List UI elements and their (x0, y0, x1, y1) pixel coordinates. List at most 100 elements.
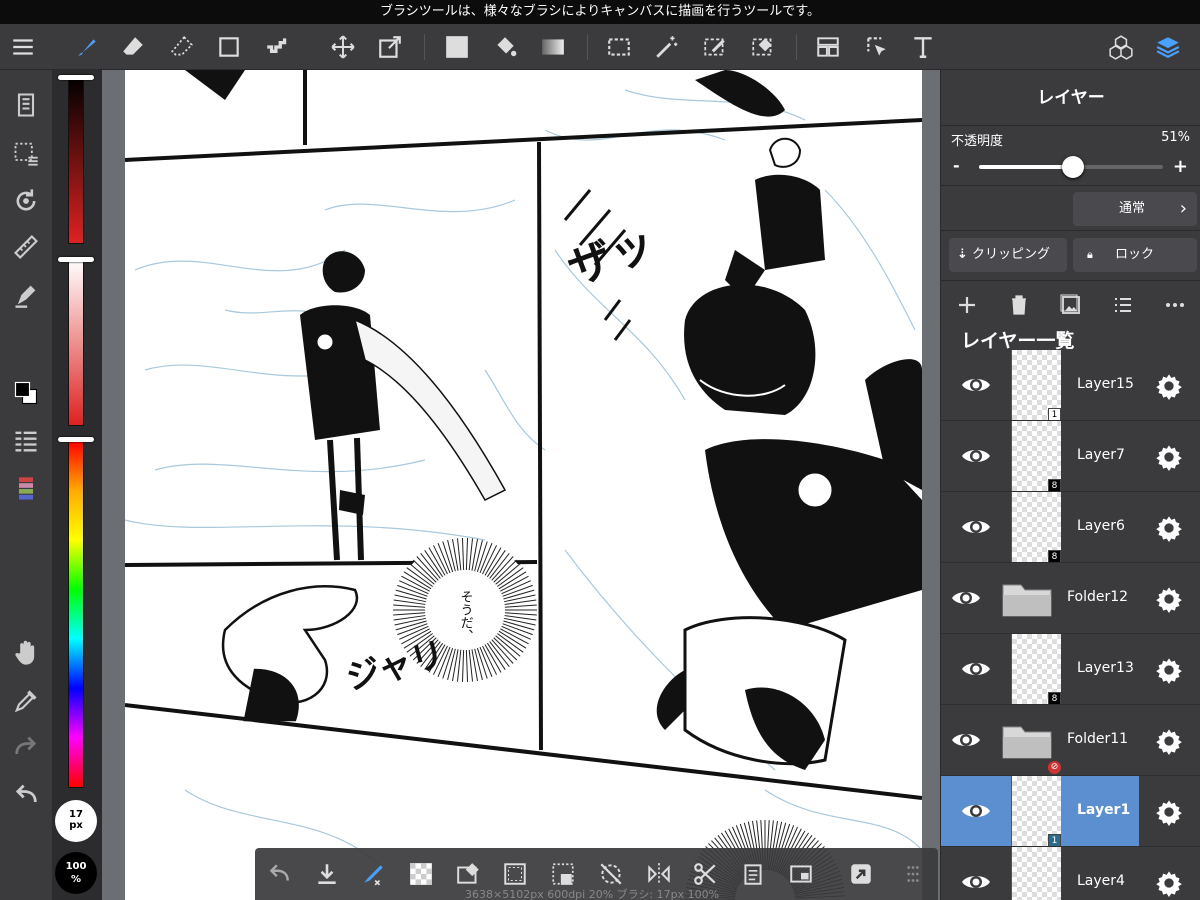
bottom-toolbar: 3638×5102px 600dpi 20% ブラシ: 17px 100% (255, 848, 938, 900)
brush-quick-icon[interactable] (357, 858, 389, 890)
magic-wand-icon[interactable] (652, 32, 682, 62)
menu-icon[interactable] (8, 32, 38, 62)
layer-name: Layer7 (1077, 447, 1125, 463)
top-toolbar (0, 24, 1200, 70)
brush-size-indicator[interactable]: 17 px (55, 800, 97, 842)
select-icon[interactable] (604, 32, 634, 62)
gradient-icon[interactable] (538, 32, 568, 62)
color-swatch-icon[interactable] (9, 376, 43, 410)
rotate-icon[interactable] (9, 184, 43, 218)
opacity-increase-button[interactable]: + (1173, 156, 1188, 177)
fill-color-icon[interactable] (442, 32, 472, 62)
folder-badge: ⊘ (1048, 761, 1061, 774)
undo-icon[interactable] (9, 778, 43, 812)
layer-list-icon[interactable] (9, 424, 43, 458)
visibility-eye-icon[interactable] (959, 370, 993, 400)
ruler-icon[interactable] (9, 230, 43, 264)
layer-row[interactable]: 8 Layer4 (941, 847, 1200, 900)
layer-settings-gear-icon[interactable] (1153, 583, 1185, 615)
brightness-slider[interactable] (68, 76, 84, 244)
visibility-eye-icon[interactable] (949, 725, 983, 755)
move-icon[interactable] (328, 32, 358, 62)
snap-icon[interactable] (9, 278, 43, 312)
hue-knob[interactable] (58, 437, 94, 442)
layer-row[interactable]: 8 Layer13 (941, 634, 1200, 705)
share-icon[interactable] (845, 858, 877, 890)
delete-layer-icon[interactable] (1005, 291, 1033, 319)
layer-row[interactable]: Folder12 (941, 563, 1200, 634)
blend-mode-label: 通常 (1119, 201, 1146, 216)
brush-opacity-indicator[interactable]: 100 % (55, 852, 97, 894)
layer-row[interactable]: 8 Layer7 (941, 421, 1200, 492)
color-palette-icon[interactable] (9, 472, 43, 506)
eyedropper-icon[interactable] (9, 684, 43, 718)
redo-icon[interactable] (9, 730, 43, 764)
visibility-eye-icon[interactable] (959, 441, 993, 471)
layer-name: Layer4 (1077, 873, 1125, 889)
manga-page[interactable]: ザッ ジャリ そうだ、 (125, 70, 922, 900)
hand-icon[interactable] (9, 636, 43, 670)
dot-pen-icon[interactable] (262, 32, 292, 62)
visibility-eye-icon[interactable] (959, 867, 993, 897)
operation-icon[interactable] (862, 32, 892, 62)
layer-settings-gear-icon[interactable] (1153, 867, 1185, 899)
layer-settings-gear-icon[interactable] (1153, 512, 1185, 544)
layer-settings-gear-icon[interactable] (1153, 796, 1185, 828)
add-layer-icon[interactable] (953, 291, 981, 319)
smudge-icon[interactable] (167, 32, 197, 62)
material-icon[interactable] (1106, 32, 1136, 62)
bucket-icon[interactable] (490, 32, 520, 62)
opacity-slider[interactable] (979, 156, 1163, 178)
layer-settings-gear-icon[interactable] (1153, 370, 1185, 402)
saturation-slider[interactable] (68, 258, 84, 426)
hue-slider[interactable] (68, 440, 84, 788)
blend-mode-button[interactable]: 通常 › (1073, 192, 1197, 226)
layer-list-title: レイヤー一覧 (961, 330, 1075, 352)
layer-row[interactable]: 1 Layer15 (941, 350, 1200, 421)
blend-mode-row: 通常 › (941, 185, 1200, 231)
more-options-icon[interactable] (1161, 291, 1189, 319)
layer-row[interactable]: 8 Layer6 (941, 492, 1200, 563)
layer-row[interactable]: ⊘ Folder11 (941, 705, 1200, 776)
frame-icon[interactable] (813, 32, 843, 62)
select-eraser-icon[interactable] (748, 32, 778, 62)
transparent-icon[interactable] (405, 858, 437, 890)
selection-icon[interactable] (9, 136, 43, 170)
layer-row[interactable]: 1 Layer1 (941, 776, 1200, 847)
shape-icon[interactable] (214, 32, 244, 62)
figure-hand (221, 585, 359, 722)
lock-button[interactable]: 🔒︎ ロック (1073, 238, 1197, 272)
transform-icon[interactable] (375, 32, 405, 62)
visibility-eye-icon[interactable] (949, 583, 983, 613)
brightness-knob[interactable] (58, 75, 94, 80)
opacity-decrease-button[interactable]: - (953, 156, 960, 175)
more-icon[interactable] (897, 858, 929, 890)
visibility-eye-icon[interactable] (959, 654, 993, 684)
page-icon[interactable] (9, 88, 43, 122)
image-layer-icon[interactable] (1057, 291, 1085, 319)
eraser-icon[interactable] (118, 32, 148, 62)
visibility-eye-icon[interactable] (959, 796, 993, 826)
text-icon[interactable] (908, 32, 938, 62)
undo-icon[interactable] (263, 858, 295, 890)
layer-settings-gear-icon[interactable] (1153, 654, 1185, 686)
canvas-area[interactable]: ザッ ジャリ そうだ、 (102, 70, 940, 900)
list-icon[interactable] (1109, 291, 1137, 319)
layers-icon[interactable] (1153, 32, 1183, 62)
opacity-slider-thumb[interactable] (1061, 156, 1084, 178)
opacity-slider-fill (979, 165, 1073, 169)
brush-icon[interactable] (72, 32, 102, 62)
brush-opacity-value: 100 (65, 861, 87, 872)
paste-icon[interactable] (785, 858, 817, 890)
visibility-eye-icon[interactable] (959, 512, 993, 542)
clipping-icon: ⇣ (957, 247, 968, 262)
saturation-knob[interactable] (58, 257, 94, 262)
color-strip: 17 px 100 % (52, 70, 102, 900)
layer-settings-gear-icon[interactable] (1153, 441, 1185, 473)
clipping-button[interactable]: ⇣ クリッピング (949, 238, 1067, 272)
layer-settings-gear-icon[interactable] (1153, 725, 1185, 757)
copy-icon[interactable] (737, 858, 769, 890)
layer-thumbnail: 8 (1011, 634, 1061, 705)
select-pen-icon[interactable] (700, 32, 730, 62)
save-icon[interactable] (311, 858, 343, 890)
